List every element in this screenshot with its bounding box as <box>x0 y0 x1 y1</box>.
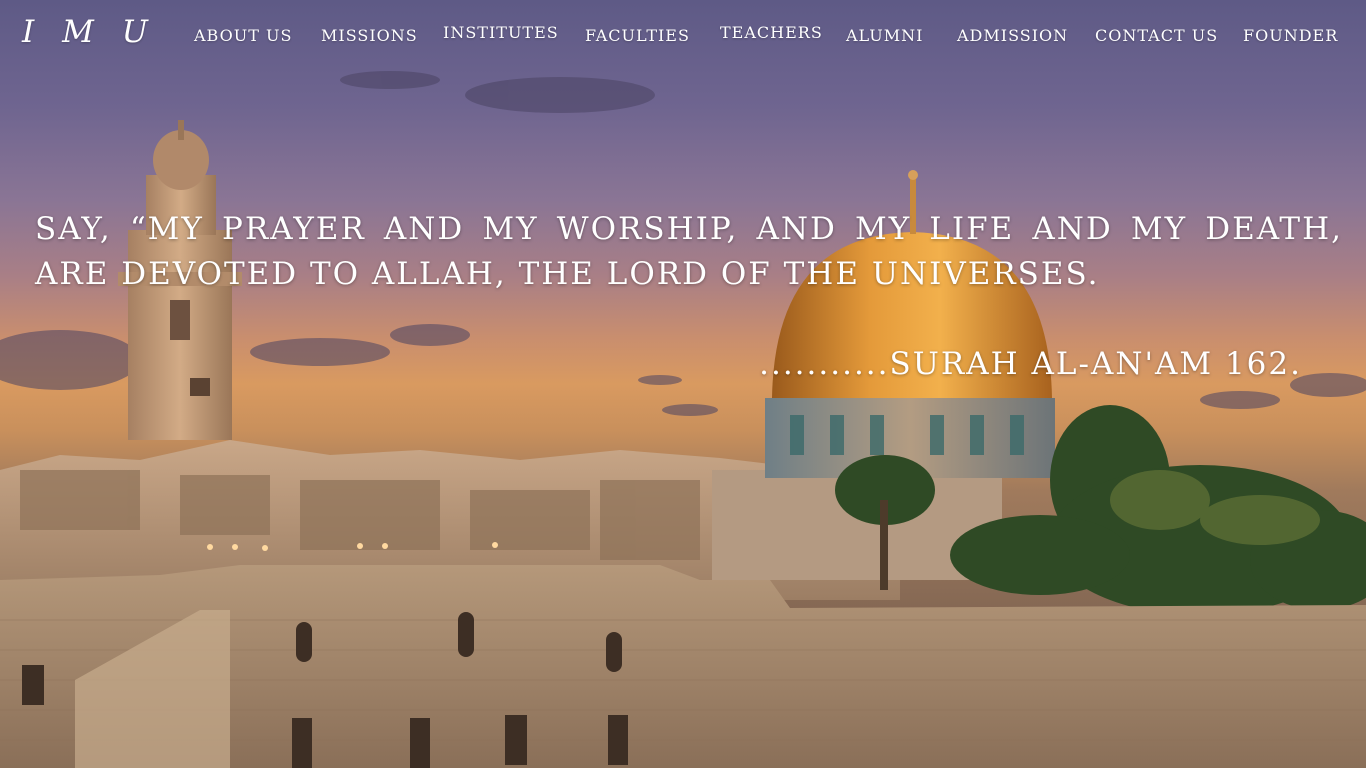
nav-institutes[interactable]: INSTITUTES <box>443 23 559 42</box>
jerusalem-skyline-image <box>0 71 1366 768</box>
hero-quote: SAY, “MY PRAYER AND MY WORSHIP, AND MY L… <box>35 211 1343 292</box>
nav-contact-us[interactable]: CONTACT US <box>1095 26 1218 45</box>
hero-background <box>0 0 1366 768</box>
nav-faculties[interactable]: FACULTIES <box>585 26 690 45</box>
nav-about-us[interactable]: ABOUT US <box>194 26 292 45</box>
nav-founder[interactable]: FOUNDER <box>1243 26 1338 45</box>
nav-teachers[interactable]: TEACHERS <box>720 23 823 42</box>
nav-alumni[interactable]: ALUMNI <box>846 26 924 45</box>
main-navigation: ABOUT US MISSIONS INSTITUTES FACULTIES T… <box>0 0 1366 70</box>
quote-source: ...........SURAH AL-AN'AM 162. <box>759 346 1302 382</box>
nav-missions[interactable]: MISSIONS <box>321 26 418 45</box>
nav-admission[interactable]: ADMISSION <box>957 26 1068 45</box>
